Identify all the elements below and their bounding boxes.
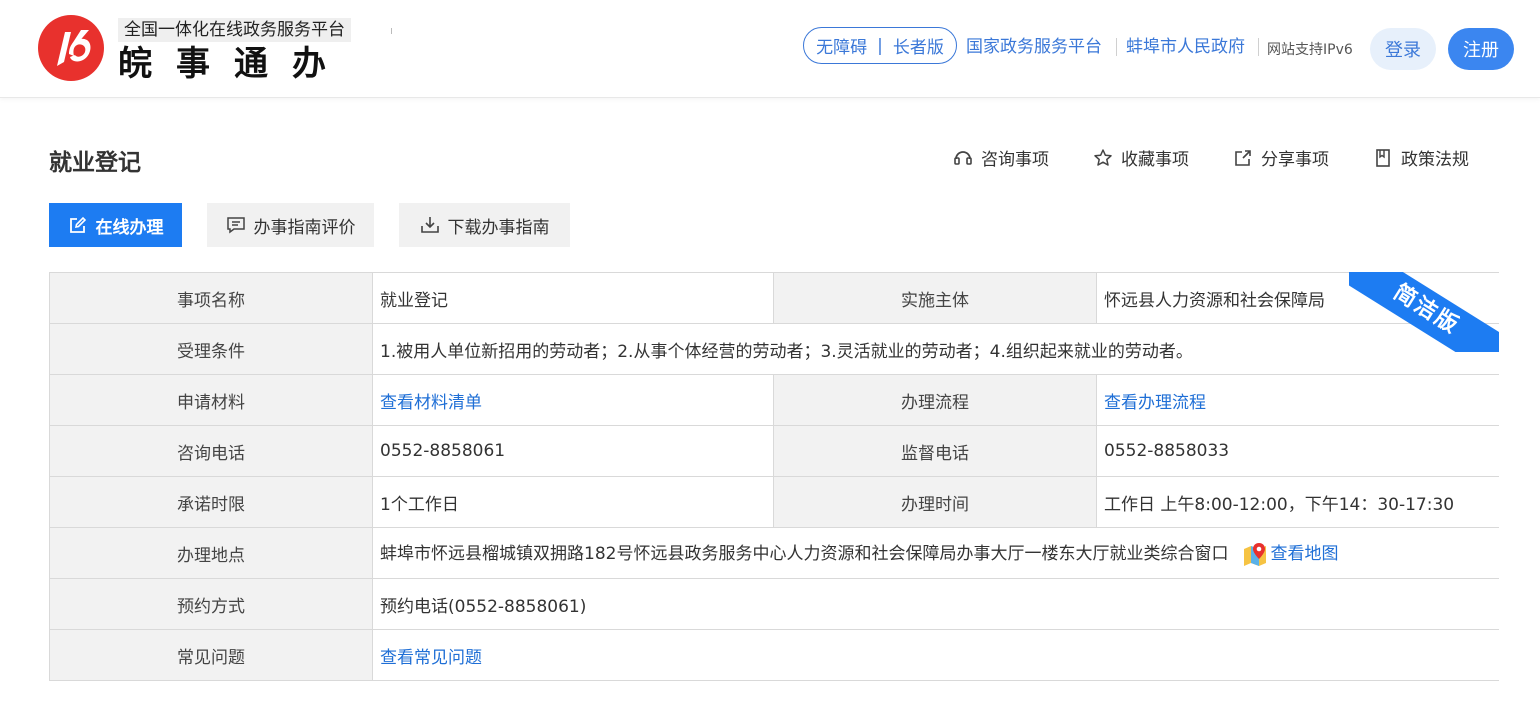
site-header: 全国一体化在线政务服务平台 皖事通办 无障碍 | 长者版 国家政务服务平台 蚌埠… [0,0,1540,98]
map-pin-icon[interactable] [1242,541,1268,567]
download-icon [420,217,439,233]
accessibility-link[interactable]: 无障碍 [816,33,867,58]
download-guide-button[interactable]: 下载办事指南 [399,203,570,247]
site-logo-icon[interactable] [37,14,105,82]
booking-value: 预约电话(0552-8858061) [372,578,1499,630]
phone-value: 0552-8858061 [372,425,774,477]
edit-icon [69,216,86,233]
subject-label: 实施主体 [773,272,1097,324]
share-label: 分享事项 [1261,150,1329,170]
divider [1116,38,1117,56]
limit-label: 承诺时限 [49,476,373,528]
divider [1258,38,1259,56]
condition-label: 受理条件 [49,323,373,375]
star-icon [1094,148,1112,166]
supervise-value: 0552-8858033 [1096,425,1499,477]
limit-value: 1个工作日 [372,476,774,528]
process-link[interactable]: 查看办理流程 [1104,393,1206,413]
subject-value: 怀远县人力资源和社会保障局 [1096,272,1499,324]
table-row: 申请材料 查看材料清单 办理流程 查看办理流程 [49,374,1499,426]
table-row: 咨询电话 0552-8858061 监督电话 0552-8858033 [49,425,1499,477]
consult-icon [954,150,972,165]
item-name-value: 就业登记 [372,272,774,324]
table-row: 办理地点 蚌埠市怀远县榴城镇双拥路182号怀远县政务服务中心人力资源和社会保障局… [49,527,1499,579]
consult-button[interactable]: 咨询事项 [953,145,1049,170]
national-platform-link[interactable]: 国家政务服务平台 [966,36,1102,58]
phone-label: 咨询电话 [49,425,373,477]
table-row: 受理条件 1.被用人单位新招用的劳动者；2.从事个体经营的劳动者；3.灵活就业的… [49,323,1499,375]
city-government-link[interactable]: 蚌埠市人民政府 [1126,36,1245,58]
service-info-table: 事项名称 就业登记 实施主体 怀远县人力资源和社会保障局 受理条件 1.被用人单… [49,272,1499,685]
table-row: 预约方式 预约电话(0552-8858061) [49,578,1499,630]
materials-label: 申请材料 [49,374,373,426]
document-icon [1376,148,1390,167]
condition-value: 1.被用人单位新招用的劳动者；2.从事个体经营的劳动者；3.灵活就业的劳动者；4… [372,323,1499,375]
view-map-link[interactable]: 查看地图 [1270,544,1338,564]
comment-icon [226,217,245,234]
table-row: 事项名称 就业登记 实施主体 怀远县人力资源和社会保障局 [49,272,1499,324]
item-name-label: 事项名称 [49,272,373,324]
hours-value: 工作日 上午8:00-12:00，下午14：30-17:30 [1096,476,1499,528]
guide-evaluate-label: 办事指南评价 [253,217,356,238]
divider: | [877,35,883,56]
accessibility-toggle: 无障碍 | 长者版 [803,27,957,64]
ipv6-notice: 网站支持IPv6 [1267,42,1353,58]
elder-mode-link[interactable]: 长者版 [893,33,944,58]
process-label: 办理流程 [773,374,1097,426]
share-button[interactable]: 分享事项 [1233,145,1329,170]
logo-title: 皖事通办 [118,44,350,84]
faq-link[interactable]: 查看常见问题 [380,648,482,668]
page-title: 就业登记 [49,150,141,176]
divider [391,28,392,34]
address-value: 蚌埠市怀远县榴城镇双拥路182号怀远县政务服务中心人力资源和社会保障局办事大厅一… [380,544,1229,564]
materials-link[interactable]: 查看材料清单 [380,393,482,413]
faq-label: 常见问题 [49,629,373,681]
hours-label: 办理时间 [773,476,1097,528]
login-button[interactable]: 登录 [1370,28,1436,70]
online-handle-label: 在线办理 [95,217,164,238]
share-icon [1235,149,1251,166]
booking-label: 预约方式 [49,578,373,630]
faq-cell: 查看常见问题 [372,629,1499,681]
supervise-label: 监督电话 [773,425,1097,477]
policy-button[interactable]: 政策法规 [1373,145,1469,170]
table-row: 承诺时限 1个工作日 办理时间 工作日 上午8:00-12:00，下午14：30… [49,476,1499,528]
address-label: 办理地点 [49,527,373,579]
logo-subtitle: 全国一体化在线政务服务平台 [118,18,351,42]
consult-label: 咨询事项 [981,150,1049,170]
process-cell: 查看办理流程 [1096,374,1499,426]
table-row: 常见问题 查看常见问题 [49,629,1499,681]
favorite-label: 收藏事项 [1121,150,1189,170]
online-handle-button[interactable]: 在线办理 [49,203,182,247]
download-guide-label: 下载办事指南 [447,217,550,238]
policy-label: 政策法规 [1401,150,1469,170]
materials-cell: 查看材料清单 [372,374,774,426]
register-button[interactable]: 注册 [1448,28,1514,70]
address-cell: 蚌埠市怀远县榴城镇双拥路182号怀远县政务服务中心人力资源和社会保障局办事大厅一… [372,527,1499,579]
favorite-button[interactable]: 收藏事项 [1093,145,1189,170]
guide-evaluate-button[interactable]: 办事指南评价 [207,203,374,247]
